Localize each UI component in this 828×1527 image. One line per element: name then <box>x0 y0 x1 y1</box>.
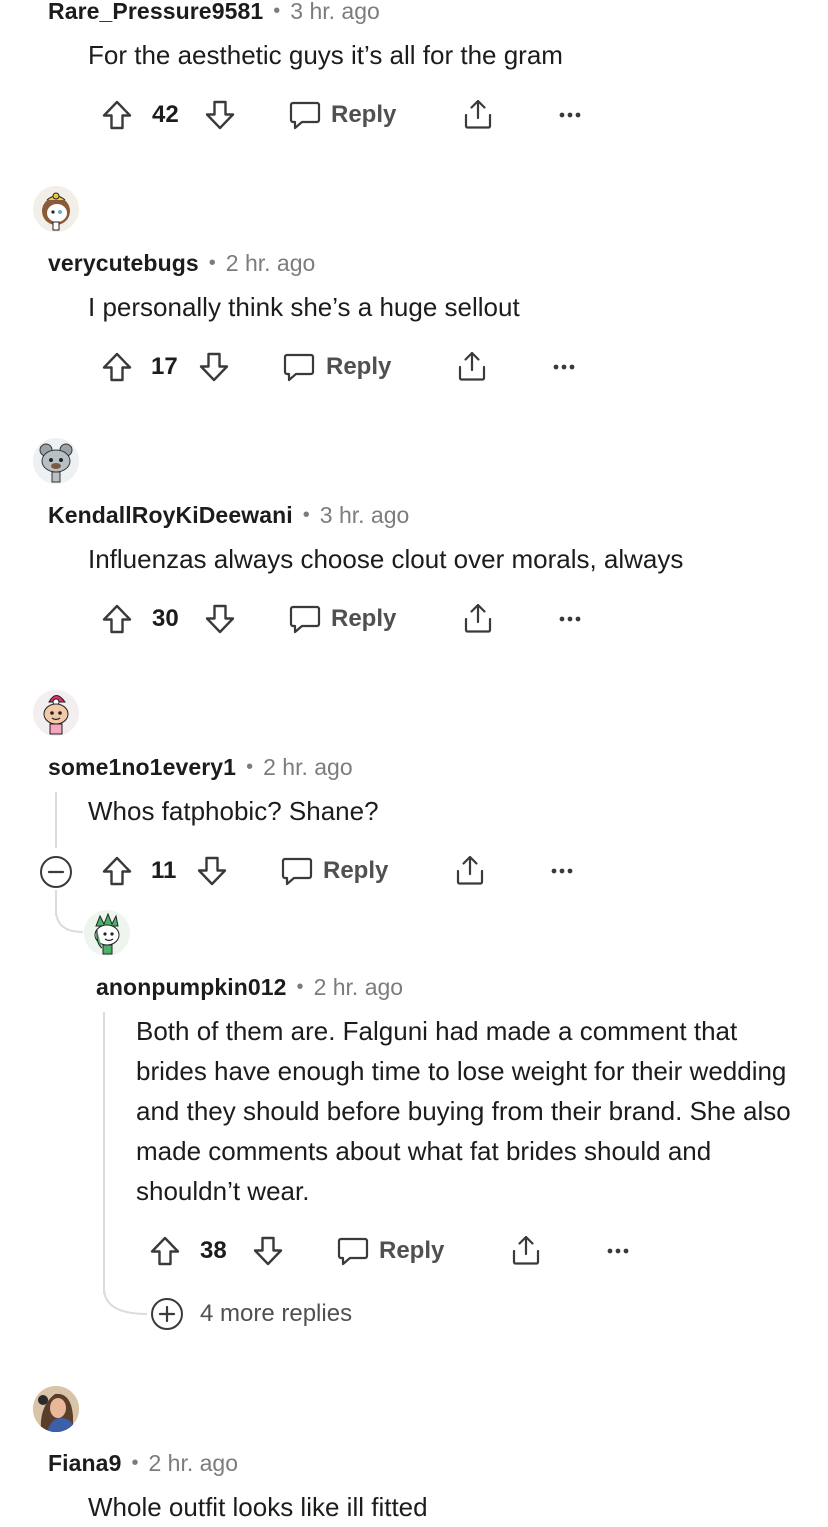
meta-separator: • <box>131 1451 139 1474</box>
username-link[interactable]: verycutebugs <box>48 250 199 277</box>
timestamp: 2 hr. ago <box>313 973 404 1000</box>
upvote-arrow-icon[interactable] <box>101 351 133 383</box>
share-icon[interactable] <box>509 1233 543 1267</box>
vote-count: 11 <box>151 857 177 884</box>
meta-separator: • <box>302 503 310 526</box>
vote-count: 17 <box>151 353 178 380</box>
upvote-arrow-icon[interactable] <box>101 603 133 635</box>
comment-text: Whole outfit looks like ill fitted <box>88 1492 428 1522</box>
thread-branch <box>55 910 84 933</box>
username-link[interactable]: Fiana9 <box>48 1450 121 1477</box>
share-icon[interactable] <box>461 97 495 131</box>
comment-meta: anonpumpkin012 • 2 hr. ago <box>96 972 403 1002</box>
meta-separator: • <box>273 0 281 22</box>
snoo-avatar-icon[interactable] <box>33 690 79 736</box>
upvote-arrow-icon[interactable] <box>101 855 133 887</box>
comment-text: I personally think she’s a huge sellout <box>88 292 520 322</box>
comment-text: Influenzas always choose clout over mora… <box>88 544 684 574</box>
speech-bubble-icon[interactable] <box>288 99 322 131</box>
ellipsis-icon[interactable] <box>552 363 576 371</box>
reply-button[interactable]: Reply <box>331 597 396 641</box>
meta-separator: • <box>296 975 304 998</box>
snoo-avatar-icon[interactable] <box>84 910 130 956</box>
username-link[interactable]: Rare_Pressure9581 <box>48 0 263 25</box>
collapse-minus-icon[interactable] <box>39 855 73 889</box>
meta-separator: • <box>246 755 254 778</box>
upvote-arrow-icon[interactable] <box>101 99 133 131</box>
downvote-arrow-icon[interactable] <box>196 855 228 887</box>
share-icon[interactable] <box>455 349 489 383</box>
comment-actions: 30 Reply <box>0 597 828 641</box>
snoo-avatar-icon[interactable] <box>33 438 79 484</box>
more-replies-button[interactable]: 4 more replies <box>150 1296 352 1332</box>
comment-meta: KendallRoyKiDeewani • 3 hr. ago <box>48 500 409 530</box>
speech-bubble-icon[interactable] <box>282 351 316 383</box>
reply-button[interactable]: Reply <box>331 93 396 137</box>
comment-actions: 42 Reply <box>0 93 828 137</box>
comment-actions: 11 Reply <box>0 849 828 893</box>
vote-count: 38 <box>200 1237 227 1264</box>
comment-meta: Rare_Pressure9581 • 3 hr. ago <box>48 0 380 26</box>
username-link[interactable]: KendallRoyKiDeewani <box>48 502 293 529</box>
expand-plus-icon <box>150 1297 184 1331</box>
timestamp: 2 hr. ago <box>263 753 353 780</box>
meta-separator: • <box>208 251 216 274</box>
ellipsis-icon[interactable] <box>606 1247 630 1255</box>
speech-bubble-icon[interactable] <box>336 1235 370 1267</box>
comment-text: For the aesthetic guys it’s all for the … <box>88 40 563 70</box>
thread-branch <box>103 1288 148 1315</box>
reply-button[interactable]: Reply <box>323 849 388 893</box>
timestamp: 3 hr. ago <box>290 0 380 24</box>
upvote-arrow-icon[interactable] <box>149 1235 181 1267</box>
comment-text: Whos fatphobic? Shane? <box>88 796 379 826</box>
vote-count: 42 <box>152 101 179 128</box>
user-photo-avatar[interactable] <box>33 1386 79 1432</box>
share-icon[interactable] <box>453 853 487 887</box>
downvote-arrow-icon[interactable] <box>252 1235 284 1267</box>
ellipsis-icon[interactable] <box>558 111 582 119</box>
comment-text: Both of them are. Falguni had made a com… <box>136 1016 791 1206</box>
comment-meta: verycutebugs • 2 hr. ago <box>48 248 315 278</box>
reply-button[interactable]: Reply <box>326 345 391 389</box>
ellipsis-icon[interactable] <box>550 867 574 875</box>
speech-bubble-icon[interactable] <box>280 855 314 887</box>
comment-actions: 17 Reply <box>0 345 828 389</box>
comment-meta: Fiana9 • 2 hr. ago <box>48 1448 238 1478</box>
speech-bubble-icon[interactable] <box>288 603 322 635</box>
thread-line <box>55 792 57 848</box>
timestamp: 2 hr. ago <box>225 249 316 276</box>
downvote-arrow-icon[interactable] <box>198 351 230 383</box>
downvote-arrow-icon[interactable] <box>204 99 236 131</box>
ellipsis-icon[interactable] <box>558 615 582 623</box>
downvote-arrow-icon[interactable] <box>204 603 236 635</box>
timestamp: 3 hr. ago <box>319 501 410 528</box>
comment-meta: some1no1every1 • 2 hr. ago <box>48 752 353 782</box>
vote-count: 30 <box>152 605 179 632</box>
share-icon[interactable] <box>461 601 495 635</box>
more-replies-label: 4 more replies <box>200 1300 353 1327</box>
comment-actions: 38 Reply <box>0 1229 828 1273</box>
reply-button[interactable]: Reply <box>379 1229 444 1273</box>
timestamp: 2 hr. ago <box>148 1449 239 1476</box>
username-link[interactable]: some1no1every1 <box>48 754 236 781</box>
username-link[interactable]: anonpumpkin012 <box>96 974 287 1001</box>
snoo-avatar-icon[interactable] <box>33 186 79 232</box>
